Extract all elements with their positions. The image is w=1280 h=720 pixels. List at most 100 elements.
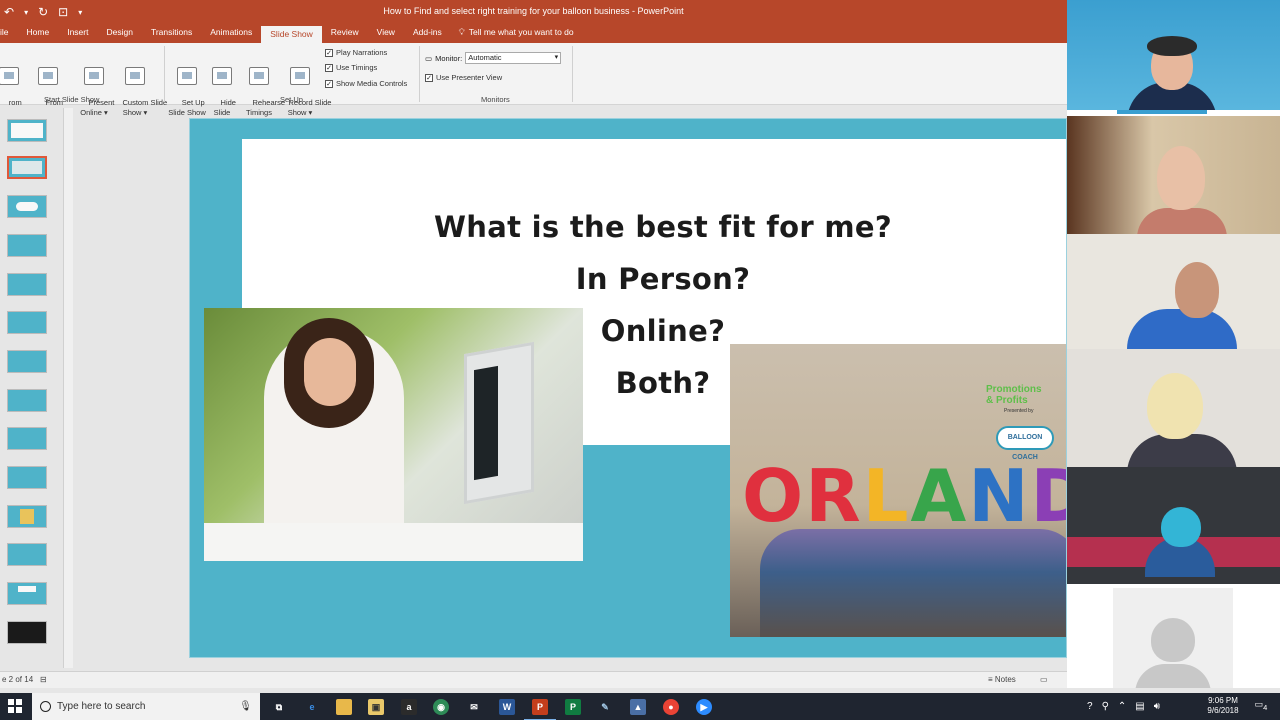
volume-icon[interactable]: 🔊︎ xyxy=(1154,701,1160,712)
setup-group-label: Set Up xyxy=(280,95,303,104)
tab-animations[interactable]: Animations xyxy=(201,26,261,43)
paint-icon[interactable]: ✎ xyxy=(597,699,613,715)
slide-thumbnail[interactable] xyxy=(7,311,47,334)
checkmark-icon: ✓ xyxy=(325,63,333,72)
record-slide-show-button[interactable]: Record Slide Show ▾ xyxy=(276,47,331,128)
tab-design[interactable]: Design xyxy=(97,26,141,43)
amazon-icon[interactable]: a xyxy=(401,699,417,715)
monitors-group-label: Monitors xyxy=(481,95,510,104)
rehearse-timings-button[interactable]: Rehearse Timings xyxy=(240,47,285,128)
group-separator xyxy=(572,46,573,102)
thumbnails-scrollbar[interactable] xyxy=(63,108,73,668)
edge-browser-icon[interactable]: e xyxy=(304,699,320,715)
participant-video-tile[interactable] xyxy=(1067,467,1280,584)
tab-file[interactable]: ile xyxy=(0,26,18,43)
tab-view[interactable]: View xyxy=(368,26,404,43)
slide-thumbnail[interactable] xyxy=(7,195,47,218)
use-timings-checkbox[interactable]: ✓ Use Timings xyxy=(325,63,377,72)
microphone-icon[interactable]: 🎙︎ xyxy=(239,701,252,712)
mail-icon[interactable]: ✉ xyxy=(466,699,482,715)
notes-button[interactable]: ≡ Notes xyxy=(988,675,1016,684)
participant-placeholder-tile[interactable] xyxy=(1113,588,1233,688)
system-tray: ? ⚲ ⌃ ▤ 🔊︎ xyxy=(1087,693,1160,720)
hide-slide-icon xyxy=(212,67,232,85)
headset-shape xyxy=(1147,36,1197,56)
publisher-icon[interactable]: P xyxy=(565,699,581,715)
slide-thumbnail[interactable] xyxy=(7,621,47,644)
tab-review[interactable]: Review xyxy=(322,26,368,43)
ribbon: rom inning From Current Slide Present On… xyxy=(0,43,1067,117)
orlando-balloon-group-photo[interactable]: Promotions & Profits Presented by BALLOO… xyxy=(730,344,1066,637)
slide-thumbnail[interactable] xyxy=(7,119,47,142)
slideshow-icon xyxy=(38,67,58,85)
slide-thumbnail[interactable] xyxy=(7,273,47,296)
slide-thumbnail[interactable] xyxy=(7,350,47,373)
taskbar-search-box[interactable]: Type here to search 🎙︎ xyxy=(32,693,260,720)
tab-add-ins[interactable]: Add-ins xyxy=(404,26,451,43)
tell-me-box[interactable]: 💡︎ Tell me what you want to do xyxy=(451,27,574,43)
hide-slide-button[interactable]: Hide Slide xyxy=(208,47,236,128)
balloon-letters-part: N xyxy=(968,454,1031,538)
chrome-icon[interactable]: ● xyxy=(663,699,679,715)
participant-video-tile[interactable] xyxy=(1067,116,1280,234)
clock-date: 9/6/2018 xyxy=(1207,706,1239,715)
avatar-body-shape xyxy=(1135,664,1211,688)
monitor-icon: ▭ xyxy=(425,53,433,63)
tab-insert[interactable]: Insert xyxy=(58,26,97,43)
slide-thumbnail-selected[interactable] xyxy=(7,156,47,179)
slide-thumbnail[interactable] xyxy=(7,427,47,450)
network-icon[interactable]: ▤ xyxy=(1135,701,1144,712)
slide-thumbnail[interactable] xyxy=(7,505,47,528)
task-view-icon[interactable]: ⧉ xyxy=(271,699,287,715)
slide-thumbnail[interactable] xyxy=(7,234,47,257)
tab-transitions[interactable]: Transitions xyxy=(142,26,201,43)
powerpoint-icon[interactable]: P xyxy=(524,699,556,720)
store-icon[interactable]: ▣ xyxy=(368,699,384,715)
slide-canvas[interactable]: What is the best fit for me? In Person? … xyxy=(189,118,1067,658)
slide-thumbnail[interactable] xyxy=(7,582,47,605)
notification-center-icon[interactable]: ▭4 xyxy=(1250,699,1272,715)
help-icon[interactable]: ? xyxy=(1087,701,1093,712)
notification-count: 4 xyxy=(1263,702,1268,712)
photos-icon[interactable]: ▲ xyxy=(630,699,646,715)
participant-video-tile[interactable] xyxy=(1067,234,1280,349)
word-icon[interactable]: W xyxy=(499,699,515,715)
spellcheck-icon[interactable]: ⊟ xyxy=(40,675,47,684)
setup-icon xyxy=(177,67,197,85)
search-placeholder: Type here to search xyxy=(57,701,146,712)
show-hidden-icons-icon[interactable]: ⌃ xyxy=(1118,701,1126,712)
ribbon-tabs: ile Home Insert Design Transitions Anima… xyxy=(0,24,1067,43)
play-narrations-checkbox[interactable]: ✓ Play Narrations xyxy=(325,48,387,57)
participant-video-tile[interactable] xyxy=(1067,349,1280,467)
custom-slide-show-button[interactable]: Custom Slide Show ▾ xyxy=(110,47,167,128)
file-explorer-icon[interactable] xyxy=(336,699,352,715)
people-icon[interactable]: ⚲ xyxy=(1102,701,1109,712)
set-up-slide-show-button[interactable]: Set Up Slide Show xyxy=(166,47,208,128)
windows-taskbar: Type here to search 🎙︎ ⧉ e ▣ a ◉ ✉ W P P… xyxy=(0,693,1280,720)
woman-at-computer-photo[interactable] xyxy=(204,308,583,561)
active-speaker-bar xyxy=(1117,110,1207,114)
present-online-button[interactable]: Present Online ▾ xyxy=(76,47,114,128)
show-media-controls-checkbox[interactable]: ✓ Show Media Controls xyxy=(325,79,407,88)
taskbar-clock[interactable]: 9:06 PM 9/6/2018 xyxy=(1200,696,1246,716)
tab-home[interactable]: Home xyxy=(18,26,59,43)
participant-body-shape xyxy=(1137,208,1227,234)
cortana-icon xyxy=(40,701,51,712)
participant-head-shape xyxy=(1175,262,1219,318)
slide-thumbnail[interactable] xyxy=(7,466,47,489)
windows-start-icon[interactable] xyxy=(8,699,22,713)
clock-time: 9:06 PM xyxy=(1208,696,1238,705)
tab-slide-show[interactable]: Slide Show xyxy=(261,26,322,43)
monitor-select[interactable]: Automatic xyxy=(465,52,562,64)
title-bar: ↶ ▾ ↻ ⊡ ▾ How to Find and select right t… xyxy=(0,0,1067,24)
participant-body-shape xyxy=(1127,309,1237,349)
slide-option-in-person: In Person? xyxy=(575,262,751,296)
zoom-icon[interactable]: ▶ xyxy=(696,699,712,715)
participant-video-tile[interactable] xyxy=(1067,0,1280,110)
normal-view-icon[interactable]: ▭ xyxy=(1040,675,1048,684)
use-presenter-view-checkbox[interactable]: ✓ Use Presenter View xyxy=(425,73,502,82)
slide-thumbnail[interactable] xyxy=(7,389,47,412)
slide-thumbnails-pane xyxy=(0,106,74,671)
slide-thumbnail[interactable] xyxy=(7,543,47,566)
tripadvisor-icon[interactable]: ◉ xyxy=(433,699,449,715)
